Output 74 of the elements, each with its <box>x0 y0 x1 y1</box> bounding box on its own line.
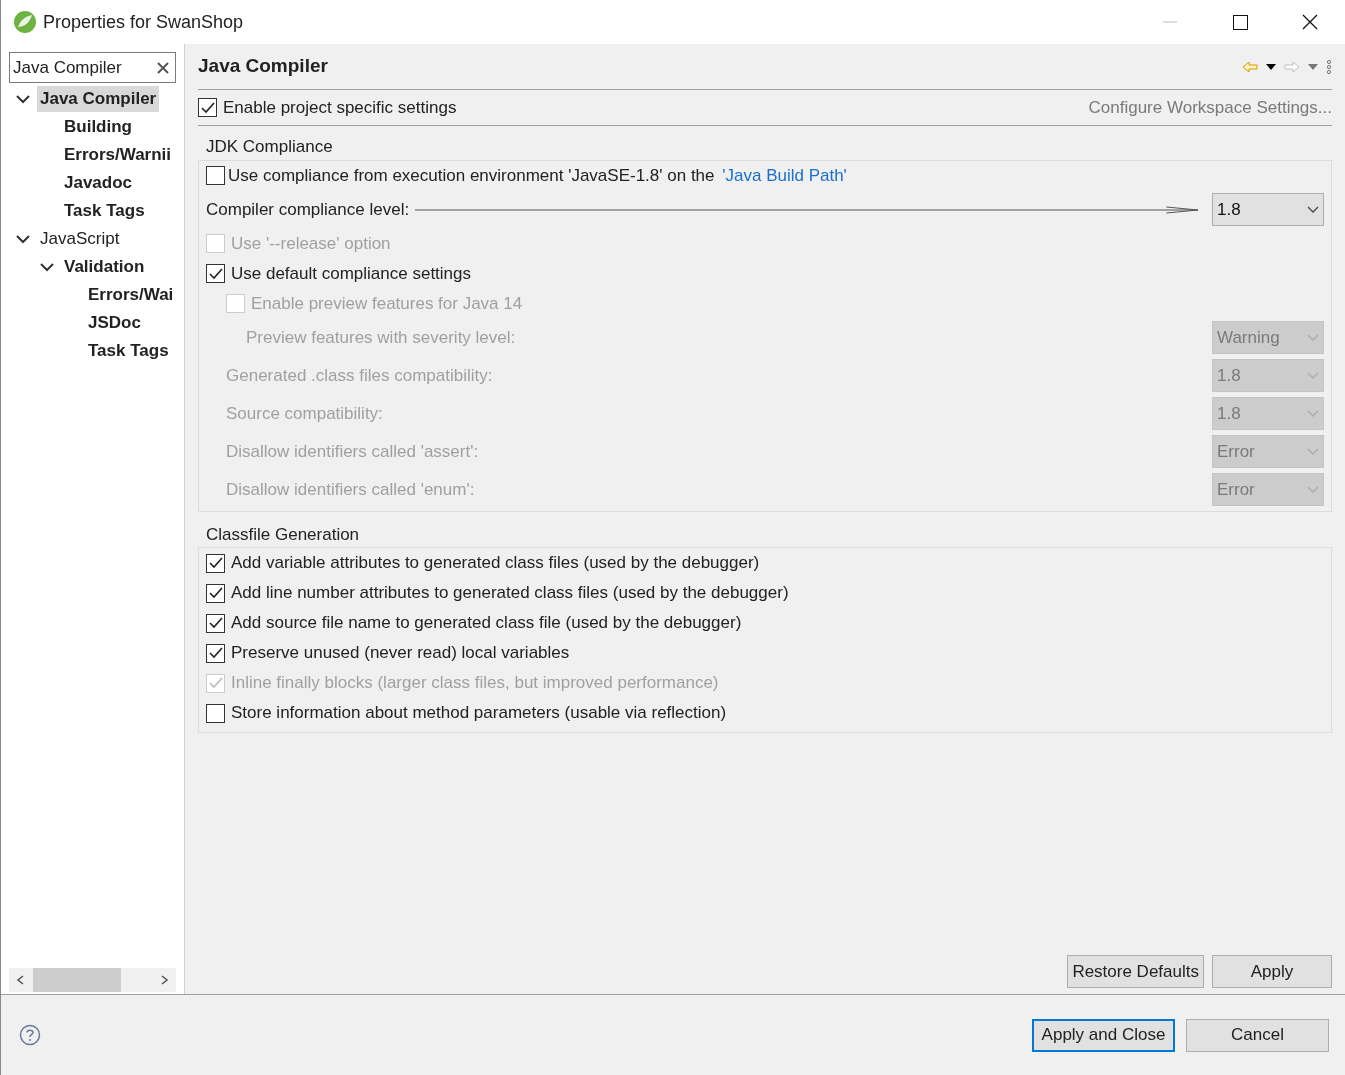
configure-workspace-link[interactable]: Configure Workspace Settings... <box>1088 94 1332 121</box>
page-button[interactable]: Apply <box>1212 955 1332 988</box>
window-title: Properties for SwanShop <box>43 10 244 34</box>
java-build-path-link[interactable]: 'Java Build Path' <box>722 162 847 189</box>
field-label: Preview features with severity level: <box>246 326 516 349</box>
field-label: Disallow identifiers called 'assert': <box>226 440 479 463</box>
minimize-icon <box>1163 21 1177 23</box>
checkbox-label: Enable preview features for Java 14 <box>251 292 523 315</box>
check-icon <box>208 557 223 569</box>
group-title: Classfile Generation <box>206 523 360 546</box>
checkbox[interactable] <box>206 613 225 633</box>
check-icon <box>208 587 223 599</box>
dialog-button[interactable]: Apply and Close <box>1032 1018 1175 1052</box>
group-title: JDK Compliance <box>206 136 333 158</box>
dropdown-triangle-icon[interactable] <box>1266 63 1276 70</box>
dialog-button[interactable]: Cancel <box>1186 1018 1329 1052</box>
chevron-down-icon <box>1307 334 1319 341</box>
checkbox-label: Add source file name to generated class file (used by the debugger) <box>231 612 742 635</box>
tree-item[interactable]: Validation <box>61 254 148 280</box>
tree-item[interactable]: JSDoc <box>85 310 144 336</box>
chevron-icon[interactable] <box>15 93 31 105</box>
checkbox-label: Use compliance from execution environment 'JavaSE-1.8' on the <box>228 164 716 187</box>
check-icon <box>208 617 223 629</box>
checkbox[interactable] <box>206 264 225 283</box>
checkbox-label: Add line number attributes to generated class files (used by the debugger) <box>231 582 789 605</box>
chevron-icon[interactable] <box>15 233 31 245</box>
chevron-down-icon <box>1307 410 1319 417</box>
tree-item[interactable]: Task Tags <box>85 338 172 364</box>
checkbox-label: Use '--release' option <box>231 232 391 255</box>
chevron-down-icon <box>1307 206 1319 213</box>
tree-item[interactable]: Java Compiler <box>37 86 160 112</box>
check-icon <box>200 101 215 114</box>
checkbox[interactable] <box>206 643 225 663</box>
check-icon <box>208 677 223 689</box>
checkbox[interactable] <box>206 703 225 723</box>
filter-field[interactable]: Java Compiler <box>9 52 176 83</box>
check-icon <box>208 267 223 280</box>
checkbox-label: Inline finally blocks (larger class files, but improved performance) <box>231 672 719 695</box>
leaf-logo-icon <box>13 10 37 34</box>
clear-icon[interactable] <box>157 61 169 74</box>
checkbox[interactable] <box>206 553 225 573</box>
tree-item[interactable]: Errors/Warnii <box>61 142 175 168</box>
maximize-icon <box>1232 14 1248 30</box>
field-label: Disallow identifiers called 'enum': <box>226 478 475 501</box>
field-label: Generated .class files compatibility: <box>226 364 493 387</box>
help-icon[interactable] <box>19 1024 41 1046</box>
checkbox-label: Use default compliance settings <box>231 262 472 285</box>
tree-item[interactable]: Building <box>61 114 135 140</box>
tree-item[interactable]: Javadoc <box>61 170 136 196</box>
filter-input[interactable]: Java Compiler <box>13 54 143 81</box>
field-label: Compiler compliance level: <box>206 198 410 221</box>
checkbox-label: Preserve unused (never read) local variables <box>231 642 570 665</box>
close-icon <box>1302 14 1318 30</box>
checkbox-label: Add variable attributes to generated class files (used by the debugger) <box>231 552 760 575</box>
dropdown[interactable]: 1.8 <box>1212 193 1324 226</box>
checkbox[interactable] <box>206 166 225 185</box>
chevron-down-icon <box>1307 486 1319 493</box>
more-icon[interactable] <box>1326 59 1332 74</box>
page-button[interactable]: Restore Defaults <box>1067 955 1204 988</box>
field-label: Source compatibility: <box>226 402 383 425</box>
chevron-down-icon <box>1307 372 1319 379</box>
checkbox-label: Store information about method parameters (usable via reflection) <box>231 702 727 725</box>
scrollbar-thumb[interactable] <box>33 968 121 992</box>
page-title: Java Compiler <box>198 54 328 79</box>
horizontal-scrollbar[interactable] <box>9 968 176 992</box>
checkbox-label: Enable project specific settings <box>223 96 457 119</box>
chevron-icon[interactable] <box>39 261 55 273</box>
checkbox[interactable] <box>206 583 225 603</box>
chevron-down-icon <box>1307 448 1319 455</box>
checkbox[interactable] <box>198 98 217 117</box>
tree-item[interactable]: Errors/Wai <box>85 282 177 308</box>
tree-item[interactable]: JavaScript <box>37 226 123 252</box>
tree-item[interactable]: Task Tags <box>61 198 148 224</box>
check-icon <box>208 647 223 659</box>
